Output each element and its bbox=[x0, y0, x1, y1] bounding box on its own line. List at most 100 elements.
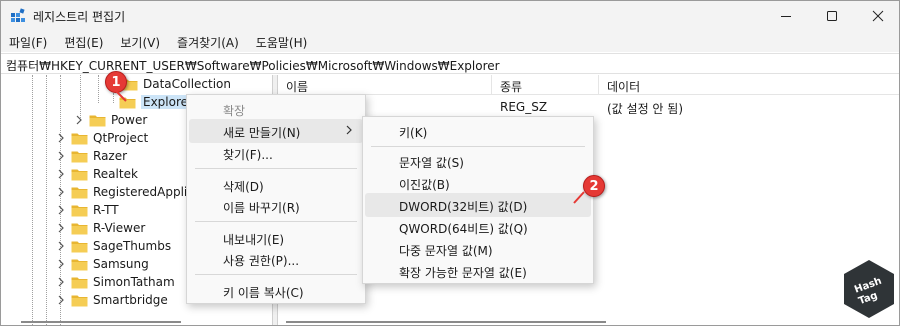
chevron-right-icon bbox=[58, 169, 64, 179]
tree-item[interactable]: RegisteredApplica bbox=[55, 183, 201, 201]
menu-file[interactable]: 파일(F) bbox=[5, 31, 52, 52]
tree-item[interactable]: Razer bbox=[55, 147, 127, 165]
close-icon bbox=[872, 10, 884, 22]
maximize-button[interactable] bbox=[809, 1, 855, 31]
address-path: 컴퓨터₩HKEY_CURRENT_USER₩Software₩Policies₩… bbox=[6, 59, 500, 73]
window-title: 레지스트리 편집기 bbox=[33, 10, 126, 24]
menu-item-label: 문자열 값(S) bbox=[399, 156, 464, 170]
menu-edit[interactable]: 편집(E) bbox=[60, 31, 108, 52]
menu-separator bbox=[195, 221, 357, 222]
submenu-item-key[interactable]: 키(K) bbox=[365, 119, 591, 143]
tree-item[interactable]: DataCollection bbox=[121, 75, 231, 93]
list-horizontal-scrollbar[interactable] bbox=[286, 321, 606, 323]
chevron-right-icon bbox=[58, 151, 64, 161]
menu-item-new[interactable]: 새로 만들기(N) bbox=[189, 119, 363, 143]
folder-icon bbox=[71, 222, 88, 235]
menu-favorites[interactable]: 즐겨찾기(A) bbox=[173, 31, 244, 52]
chevron-right-icon bbox=[58, 277, 64, 287]
tree-item[interactable]: R-TT bbox=[55, 201, 119, 219]
menu-item-label: 새로 만들기(N) bbox=[223, 126, 301, 140]
menu-item-rename[interactable]: 이름 바꾸기(R) bbox=[189, 194, 363, 218]
step-2-badge: 2 bbox=[583, 175, 605, 197]
value-data-cell: (값 설정 안 됨) bbox=[607, 102, 684, 116]
tree-item[interactable]: Smartbridge bbox=[55, 291, 168, 309]
tree-item[interactable]: Samsung bbox=[55, 255, 149, 273]
folder-icon bbox=[71, 294, 88, 307]
menu-item-expand[interactable]: 확장 bbox=[189, 97, 363, 121]
tree-item[interactable]: QtProject bbox=[55, 129, 148, 147]
context-menu: 확장 새로 만들기(N) 찾기(F)... 삭제(D) 이름 바꾸기(R) 내보… bbox=[186, 94, 366, 304]
tree-item[interactable]: SageThumbs bbox=[55, 237, 171, 255]
tree-item-label: Smartbridge bbox=[93, 293, 168, 307]
submenu-item-dword-value[interactable]: DWORD(32비트) 값(D) bbox=[365, 193, 591, 217]
tree-item-label: Samsung bbox=[93, 257, 149, 271]
new-submenu: 키(K) 문자열 값(S) 이진값(B) DWORD(32비트) 값(D) QW… bbox=[362, 116, 594, 284]
pointer-arrow-icon bbox=[573, 191, 585, 204]
folder-icon bbox=[71, 186, 88, 199]
menu-item-copy-key-name[interactable]: 키 이름 복사(C) bbox=[189, 279, 363, 303]
menu-separator bbox=[371, 146, 585, 147]
folder-icon bbox=[71, 276, 88, 289]
minimize-button[interactable] bbox=[763, 1, 809, 31]
tree-item-label: Razer bbox=[93, 149, 128, 163]
submenu-item-multi-string-value[interactable]: 다중 문자열 값(M) bbox=[365, 237, 591, 261]
menu-separator bbox=[195, 274, 357, 275]
chevron-right-icon bbox=[58, 187, 64, 197]
tree-item[interactable]: SimonTatham bbox=[55, 273, 175, 291]
tree-item[interactable]: Realtek bbox=[55, 165, 138, 183]
column-header-name[interactable]: 이름 bbox=[278, 75, 492, 95]
chevron-right-icon bbox=[58, 259, 64, 269]
menu-item-label: 찾기(F)... bbox=[223, 148, 273, 162]
menu-item-find[interactable]: 찾기(F)... bbox=[189, 141, 363, 165]
registry-editor-window: 레지스트리 편집기 파일(F) 편집(E) 보기(V) 즐겨찾기(A) 도움말(… bbox=[0, 0, 900, 326]
menu-item-label: QWORD(64비트) 값(Q) bbox=[399, 222, 528, 236]
tree-guide-line bbox=[32, 75, 33, 325]
title-bar[interactable]: 레지스트리 편집기 bbox=[1, 1, 899, 31]
tree-item-label: R-Viewer bbox=[93, 221, 146, 235]
column-header-type[interactable]: 종류 bbox=[492, 75, 599, 95]
submenu-item-string-value[interactable]: 문자열 값(S) bbox=[365, 149, 591, 173]
value-type-cell: REG_SZ bbox=[500, 100, 548, 114]
address-bar[interactable]: 컴퓨터₩HKEY_CURRENT_USER₩Software₩Policies₩… bbox=[1, 53, 899, 74]
tree-item[interactable]: R-Viewer bbox=[55, 219, 145, 237]
chevron-right-icon bbox=[58, 223, 64, 233]
folder-icon bbox=[71, 258, 88, 271]
menu-item-label: 확장 bbox=[223, 104, 246, 118]
hashtag-logo-watermark: Hash Tag bbox=[844, 260, 894, 318]
tree-horizontal-scrollbar[interactable] bbox=[21, 321, 181, 323]
registry-editor-icon bbox=[11, 8, 25, 22]
submenu-item-qword-value[interactable]: QWORD(64비트) 값(Q) bbox=[365, 215, 591, 239]
menu-item-label: 삭제(D) bbox=[223, 180, 264, 194]
folder-icon bbox=[71, 204, 88, 217]
close-button[interactable] bbox=[855, 1, 899, 31]
menu-view[interactable]: 보기(V) bbox=[116, 31, 165, 52]
menu-bar: 파일(F) 편집(E) 보기(V) 즐겨찾기(A) 도움말(H) bbox=[1, 31, 899, 52]
chevron-right-icon bbox=[76, 115, 82, 125]
folder-icon bbox=[71, 240, 88, 253]
tree-item-label: Power bbox=[111, 113, 148, 127]
submenu-item-binary-value[interactable]: 이진값(B) bbox=[365, 171, 591, 195]
tree-item-label: SimonTatham bbox=[93, 275, 175, 289]
minimize-icon bbox=[781, 16, 791, 17]
tree-item[interactable]: Power bbox=[73, 111, 147, 129]
menu-item-label: 사용 권한(P)... bbox=[223, 254, 300, 268]
pointer-arrow-icon bbox=[114, 89, 127, 102]
chevron-right-icon bbox=[58, 241, 64, 251]
chevron-right-icon bbox=[58, 133, 64, 143]
submenu-arrow-icon bbox=[346, 125, 352, 135]
submenu-item-expandable-string-value[interactable]: 확장 가능한 문자열 값(E) bbox=[365, 259, 591, 283]
menu-separator bbox=[195, 168, 357, 169]
menu-item-label: 키 이름 복사(C) bbox=[223, 286, 304, 300]
menu-item-permissions[interactable]: 사용 권한(P)... bbox=[189, 247, 363, 271]
menu-item-label: 키(K) bbox=[399, 126, 428, 140]
menu-item-label: 이진값(B) bbox=[399, 178, 450, 192]
column-header-data[interactable]: 데이터 bbox=[599, 75, 899, 95]
tree-item-label: RegisteredApplica bbox=[93, 185, 202, 199]
tree-item-label: QtProject bbox=[93, 131, 149, 145]
menu-help[interactable]: 도움말(H) bbox=[252, 31, 313, 52]
chevron-right-icon bbox=[58, 295, 64, 305]
maximize-icon bbox=[827, 11, 837, 21]
folder-icon bbox=[71, 150, 88, 163]
tree-item-label: Realtek bbox=[93, 167, 138, 181]
tree-item-label: SageThumbs bbox=[93, 239, 172, 253]
